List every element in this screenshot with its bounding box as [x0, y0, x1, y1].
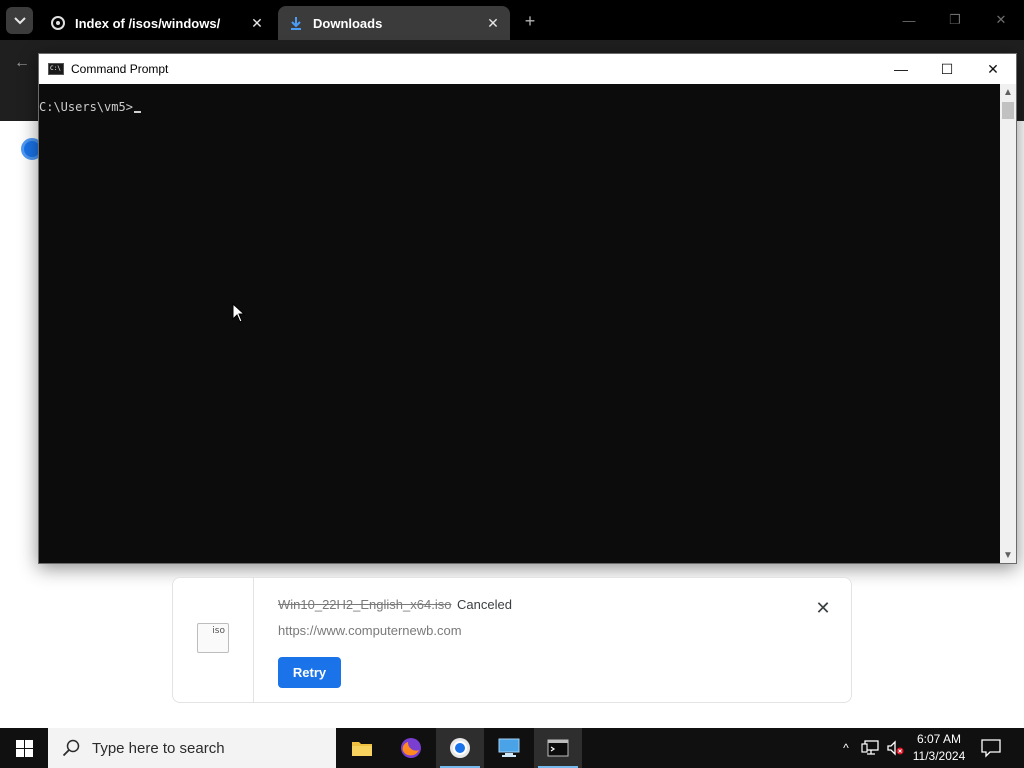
back-button[interactable]: ←: [10, 52, 34, 74]
cmd-window-title: Command Prompt: [71, 62, 169, 76]
download-file-name[interactable]: Win10_22H2_English_x64.iso: [278, 597, 451, 612]
browser-tab-strip: Index of /isos/windows/ ✕ Downloads ✕ + …: [0, 0, 1024, 40]
download-item-card: iso Win10_22H2_English_x64.iso Canceled …: [172, 577, 852, 703]
scroll-thumb[interactable]: [1002, 102, 1014, 119]
text-cursor: [133, 111, 141, 113]
tab-index-of-isos[interactable]: Index of /isos/windows/ ✕: [40, 6, 274, 40]
cmd-close-button[interactable]: ✕: [970, 54, 1016, 84]
tab-title: Index of /isos/windows/: [75, 15, 221, 31]
tab-title: Downloads: [313, 15, 383, 31]
taskbar-file-explorer[interactable]: [338, 728, 386, 768]
browser-close-button[interactable]: ✕: [987, 6, 1015, 34]
tab-downloads[interactable]: Downloads ✕: [278, 6, 510, 40]
tab-close-icon[interactable]: ✕: [248, 14, 266, 32]
new-tab-button[interactable]: +: [518, 10, 542, 32]
cmd-prompt-line: C:\Users\vm5>: [39, 100, 141, 114]
search-placeholder: Type here to search: [92, 739, 225, 757]
download-status: Canceled: [457, 597, 512, 612]
chevron-down-icon: [13, 16, 26, 24]
firefox-icon: [401, 738, 421, 758]
taskbar-chrome[interactable]: [436, 728, 484, 768]
windows-logo-icon: [15, 739, 33, 757]
download-icon: [288, 15, 304, 31]
clock-time: 6:07 AM: [916, 732, 962, 746]
remove-download-close-icon[interactable]: ✕: [813, 598, 833, 618]
download-source-url[interactable]: https://www.computernewb.com: [278, 623, 462, 638]
taskbar-command-prompt[interactable]: [534, 728, 582, 768]
card-divider: [253, 578, 254, 702]
retry-button[interactable]: Retry: [278, 657, 341, 688]
remote-desktop-icon: [498, 738, 520, 757]
scroll-up-arrow-icon[interactable]: ▲: [1000, 84, 1016, 100]
site-favicon-icon: [50, 15, 66, 31]
command-prompt-icon: [547, 739, 569, 757]
system-clock[interactable]: 6:07 AM 11/3/2024: [908, 731, 970, 765]
clock-date: 11/3/2024: [912, 749, 966, 763]
taskbar-firefox[interactable]: [387, 728, 435, 768]
cmd-scrollbar[interactable]: ▲ ▼: [1000, 84, 1016, 563]
notifications-icon[interactable]: [980, 738, 1002, 758]
taskbar-search-box[interactable]: Type here to search: [48, 728, 336, 768]
folder-icon: [352, 742, 372, 756]
volume-muted-icon[interactable]: [885, 738, 905, 758]
tab-search-button[interactable]: [6, 7, 33, 34]
start-button[interactable]: [0, 728, 48, 768]
scroll-down-arrow-icon[interactable]: ▼: [1000, 547, 1016, 563]
cmd-minimize-button[interactable]: —: [878, 54, 924, 84]
cmd-app-icon: C:\: [48, 63, 64, 75]
cmd-maximize-button[interactable]: ☐: [924, 54, 970, 84]
tab-close-icon[interactable]: ✕: [484, 14, 502, 32]
cmd-title-bar[interactable]: C:\ Command Prompt — ☐ ✕: [39, 54, 1016, 84]
taskbar-remote-desktop[interactable]: [485, 728, 533, 768]
cmd-console[interactable]: C:\Users\vm5>: [39, 84, 1000, 563]
browser-restore-button[interactable]: ❐: [941, 6, 969, 34]
iso-file-icon: iso: [197, 623, 229, 653]
windows-taskbar: Type here to search ^ 6:07 AM 11/3/2024: [0, 728, 1024, 768]
search-icon: [62, 739, 80, 757]
cmd-prompt-text: C:\Users\vm5>: [39, 100, 133, 114]
show-hidden-icons-chevron-icon[interactable]: ^: [838, 739, 854, 757]
mouse-pointer-icon: [232, 303, 246, 323]
chrome-icon: [450, 738, 470, 758]
browser-minimize-button[interactable]: —: [895, 6, 923, 34]
command-prompt-window[interactable]: C:\ Command Prompt — ☐ ✕ C:\Users\vm5> ▲…: [38, 53, 1017, 564]
file-icon-label: iso: [212, 626, 225, 636]
network-icon[interactable]: [861, 738, 881, 758]
